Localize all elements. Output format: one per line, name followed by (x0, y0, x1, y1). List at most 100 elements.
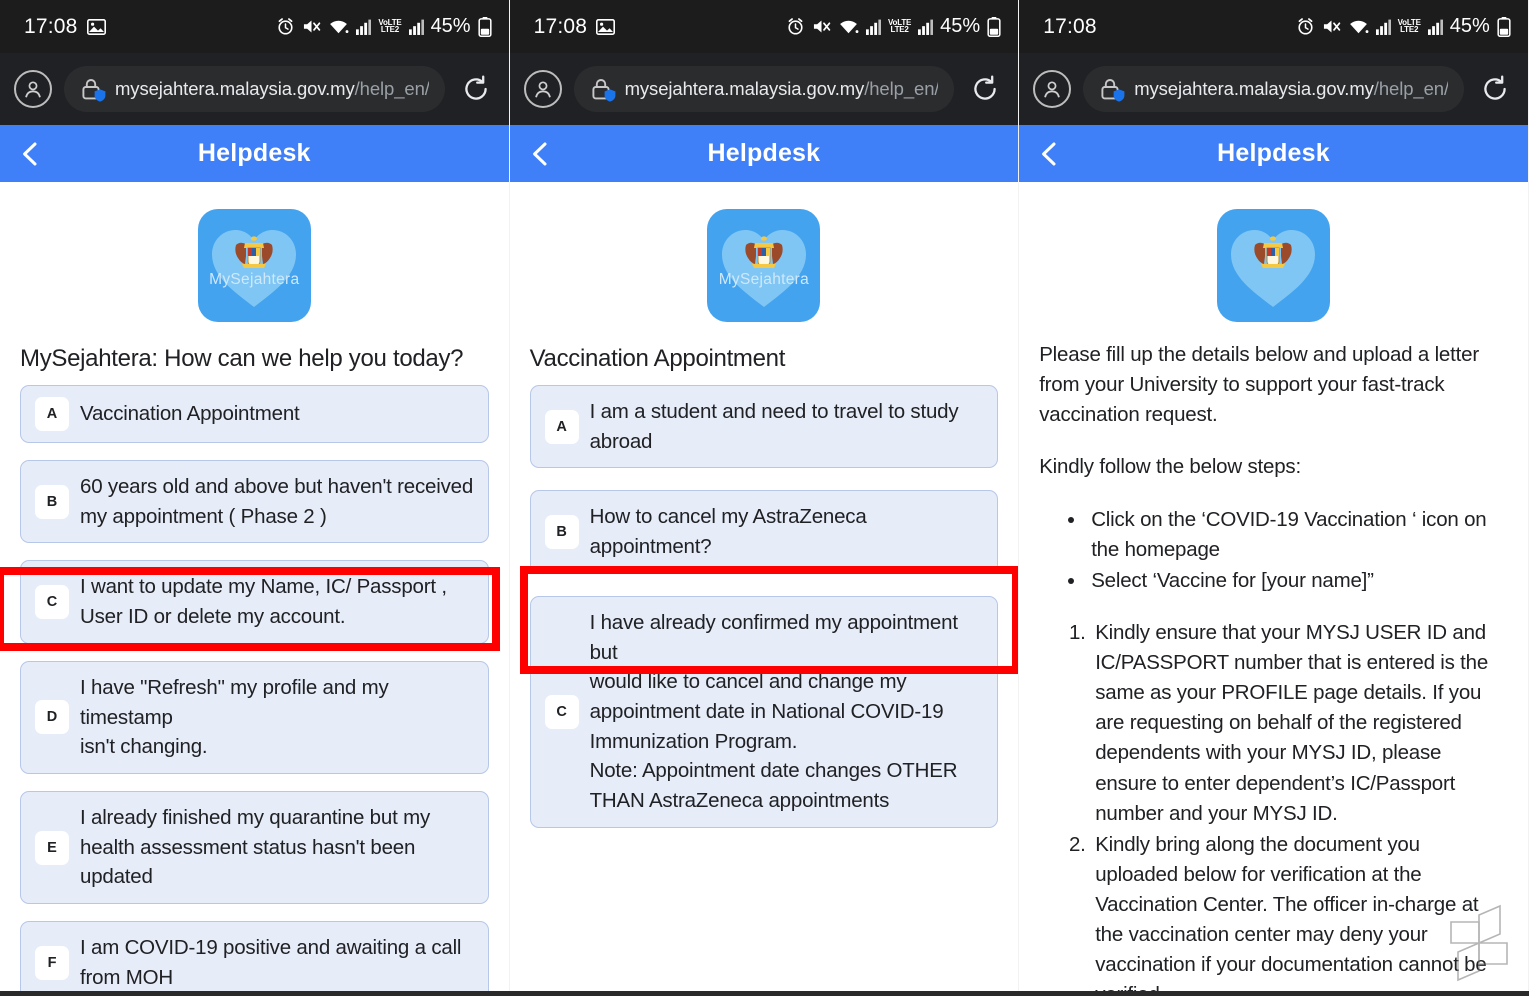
section-heading: MySejahtera: How can we help you today? (20, 345, 464, 372)
back-chevron-icon[interactable] (524, 137, 558, 171)
option-badge: E (35, 830, 69, 865)
page-title: Helpdesk (1217, 139, 1330, 167)
list-item[interactable]: D I have "Refresh" my profile and my tim… (20, 660, 489, 775)
status-bar: 17:08 VoLTE LTE2 45% (509, 0, 1019, 53)
omnibox[interactable]: mysejahtera.malaysia.gov.my/help_en/vacc… (573, 66, 955, 112)
signal-bars-icon-2 (918, 19, 934, 35)
list-item-label: I have "Refresh" my profile and my times… (80, 673, 474, 762)
list-item[interactable]: A I am a student and need to travel to s… (529, 385, 999, 469)
account-icon[interactable] (523, 70, 562, 108)
line: updated (80, 865, 153, 889)
list-item-label: 60 years old and above but haven't recei… (80, 472, 473, 531)
lte2-label: LTE2 (1400, 24, 1419, 34)
omnibox[interactable]: mysejahtera.malaysia.gov.my/help_en/vacc… (1083, 66, 1464, 112)
list-item: Kindly ensure that your MYSJ USER ID and… (1091, 618, 1508, 829)
line: How to cancel my AstraZeneca appointment… (589, 505, 867, 559)
list-item-label: I am COVID-19 positive and awaiting a ca… (80, 933, 461, 992)
app-header: Helpdesk (1019, 125, 1528, 182)
mute-icon (1322, 18, 1341, 35)
line: appointment date in National COVID-19 (589, 700, 944, 724)
helpdesk-card-list: A Vaccination Appointment B 60 years old… (20, 385, 489, 996)
steps-lead-paragraph: Kindly follow the below steps: (1039, 455, 1301, 479)
list-item[interactable]: E I already finished my quarantine but m… (20, 791, 489, 905)
omnibox[interactable]: mysejahtera.malaysia.gov.my/help_en/regi… (64, 66, 445, 112)
alarm-icon (1296, 17, 1315, 36)
wifi-icon (328, 18, 349, 35)
option-badge: B (544, 515, 579, 550)
option-badge: C (35, 585, 69, 620)
account-icon[interactable] (14, 70, 52, 108)
line: would like to cancel and change my (589, 670, 907, 694)
app-logo-wrap (1039, 182, 1508, 322)
list-item[interactable]: F I am COVID-19 positive and awaiting a … (20, 921, 489, 996)
back-chevron-icon[interactable] (1033, 137, 1067, 171)
list-item-label: I am a student and need to travel to stu… (590, 397, 959, 456)
account-icon[interactable] (1033, 70, 1072, 108)
line: health assessment status hasn't been (80, 835, 416, 859)
wifi-icon (1348, 18, 1369, 35)
option-badge: C (544, 694, 579, 729)
line: Vaccination Appointment (80, 402, 300, 426)
line: I want to update my Name, IC/ Passport , (80, 575, 447, 599)
alarm-icon (786, 17, 805, 36)
reload-icon[interactable] (966, 70, 1004, 108)
status-bar-right: VoLTE LTE2 45% (276, 15, 492, 38)
lte2-label: LTE2 (380, 24, 400, 34)
wifi-icon (838, 18, 859, 35)
line: Immunization Program. (589, 729, 798, 753)
line: I am COVID-19 positive and awaiting a ca… (80, 936, 462, 960)
signal-bars-icon-1 (356, 19, 372, 35)
status-bar: 17:08 VoLTE LTE2 45% (0, 0, 509, 53)
panel-vaccination-appointment: 17:08 VoLTE LTE2 45% mysejahtera.malaysi… (509, 0, 1020, 996)
signal-bars-icon-2 (1427, 19, 1443, 35)
mute-icon (302, 18, 321, 35)
volte-lte2-indicator: VoLTE LTE2 (1398, 18, 1421, 34)
list-item: Click on the ‘COVID-19 Vaccination ‘ ico… (1087, 505, 1508, 565)
lock-icon[interactable] (80, 77, 106, 102)
line: Note: Appointment date changes OTHER (589, 759, 958, 783)
browser-url-bar: mysejahtera.malaysia.gov.my/help_en/vacc… (1019, 53, 1528, 125)
battery-icon (987, 16, 1001, 37)
lock-icon[interactable] (1099, 77, 1125, 102)
malaysia-coat-of-arms-icon (742, 236, 786, 275)
option-badge: B (35, 484, 69, 519)
url-host: mysejahtera.malaysia.gov.my (115, 78, 355, 99)
bullet-list: Click on the ‘COVID-19 Vaccination ‘ ico… (1087, 505, 1508, 596)
list-item[interactable]: A Vaccination Appointment (20, 385, 489, 443)
list-item-label: Vaccination Appointment (80, 399, 300, 429)
url-text: mysejahtera.malaysia.gov.my/help_en/regi… (115, 78, 429, 100)
browser-url-bar: mysejahtera.malaysia.gov.my/help_en/regi… (0, 53, 509, 125)
url-text: mysejahtera.malaysia.gov.my/help_en/vacc… (625, 78, 939, 100)
url-host: mysejahtera.malaysia.gov.my (624, 78, 865, 99)
list-item[interactable]: C I have already confirmed my appointmen… (529, 595, 999, 828)
reload-icon[interactable] (1476, 70, 1514, 108)
status-bar-left: 17:08 (510, 15, 616, 39)
app-logo-wrap: MySejahtera (530, 182, 999, 322)
url-path: /help_en/vaccine (864, 78, 938, 99)
option-badge: F (35, 945, 69, 980)
url-path: /help_en/vaccine (1373, 78, 1448, 99)
alarm-icon (276, 17, 295, 36)
option-badge: A (35, 397, 69, 431)
lock-icon[interactable] (590, 77, 615, 102)
list-item: Select ‘Vaccine for [your name]” (1087, 566, 1508, 596)
volte-lte2-indicator: VoLTE LTE2 (888, 18, 911, 34)
reload-icon[interactable] (457, 70, 495, 108)
list-item[interactable]: B How to cancel my AstraZeneca appointme… (529, 490, 999, 574)
mysejahtera-logo (1216, 209, 1330, 322)
logo-brand-label: MySejahtera (718, 271, 810, 288)
list-item[interactable]: C I want to update my Name, IC/ Passport… (20, 560, 489, 644)
list-item-label: I want to update my Name, IC/ Passport ,… (80, 572, 447, 631)
mysejahtera-logo: MySejahtera (707, 209, 821, 322)
back-chevron-icon[interactable] (14, 137, 48, 171)
list-item-label: How to cancel my AstraZeneca appointment… (590, 502, 984, 561)
mute-icon (812, 18, 831, 35)
battery-icon (1497, 16, 1511, 37)
panel-content: Please fill up the details below and upl… (1019, 182, 1528, 996)
list-item[interactable]: B 60 years old and above but haven't rec… (20, 460, 489, 544)
malaysia-coat-of-arms-icon (1251, 236, 1295, 275)
shield-badge-icon (94, 89, 106, 102)
app-header: Helpdesk (0, 125, 509, 182)
logo-brand-label: MySejahtera (209, 271, 300, 288)
option-badge: D (35, 700, 69, 735)
